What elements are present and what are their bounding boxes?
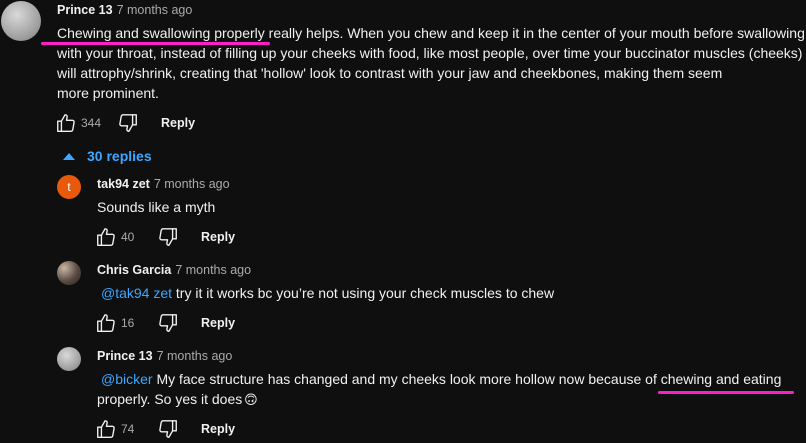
- comment-actions: 344 Reply: [55, 111, 195, 135]
- thumbs-down-icon: [159, 228, 177, 246]
- caret-up-icon: [63, 153, 75, 160]
- mention-link[interactable]: @bicker: [101, 371, 153, 387]
- dislike-button[interactable]: [117, 112, 139, 134]
- reply-button[interactable]: Reply: [201, 230, 235, 244]
- thumbs-up-icon: [57, 114, 75, 132]
- reply-actions: 40 Reply: [95, 225, 235, 249]
- dislike-button[interactable]: [157, 226, 179, 248]
- avatar-letter: t: [67, 180, 71, 194]
- reply-time[interactable]: 7 months ago: [154, 177, 230, 191]
- like-button[interactable]: [95, 418, 117, 440]
- reply-button[interactable]: Reply: [161, 116, 195, 130]
- reply-text-line-2: properly. So yes it does 🙃: [97, 389, 258, 410]
- thumbs-down-icon: [119, 114, 137, 132]
- reply-time[interactable]: 7 months ago: [175, 263, 251, 277]
- author-name[interactable]: Prince 13: [97, 349, 153, 363]
- reply-text: Sounds like a myth: [97, 199, 216, 215]
- reply-button[interactable]: Reply: [201, 316, 235, 330]
- thumbs-down-icon: [159, 314, 177, 332]
- reply-actions: 16 Reply: [95, 311, 235, 335]
- reply-body: try it it works bc you’re not using your…: [172, 285, 555, 301]
- reply-actions: 74 Reply: [95, 417, 235, 441]
- highlight-underline: [658, 391, 794, 394]
- thumbs-up-icon: [97, 420, 115, 438]
- avatar[interactable]: t: [57, 175, 81, 199]
- thumbs-up-icon: [97, 228, 115, 246]
- thumbs-up-icon: [97, 314, 115, 332]
- mention-link[interactable]: @tak94 zet: [101, 285, 172, 301]
- like-count: 344: [81, 116, 102, 130]
- avatar[interactable]: [57, 347, 81, 371]
- like-count: 74: [121, 422, 135, 436]
- like-count: 40: [121, 230, 135, 244]
- reply-author[interactable]: tak94 zet 7 months ago: [97, 177, 230, 191]
- reply-body-continued: properly. So yes it does: [97, 391, 243, 407]
- comment-text-line-3: will attrophy/shrink, creating that 'hol…: [57, 65, 723, 81]
- author-name[interactable]: Chris Garcia: [97, 263, 171, 277]
- author-name[interactable]: Prince 13: [57, 3, 113, 17]
- replies-toggle[interactable]: 30 replies: [63, 148, 152, 164]
- reply-button[interactable]: Reply: [201, 422, 235, 436]
- avatar[interactable]: [1, 1, 41, 41]
- comment-time[interactable]: 7 months ago: [117, 3, 193, 17]
- reply-time[interactable]: 7 months ago: [157, 349, 233, 363]
- thumbs-down-icon: [159, 420, 177, 438]
- comment-text-line-2: with your throat, instead of filling up …: [57, 45, 803, 61]
- replies-count-label: 30 replies: [87, 148, 152, 164]
- like-button[interactable]: [95, 312, 117, 334]
- upside-down-face-emoji: 🙃: [244, 392, 258, 407]
- reply-author[interactable]: Chris Garcia 7 months ago: [97, 263, 251, 277]
- like-button[interactable]: [95, 226, 117, 248]
- like-button[interactable]: [55, 112, 77, 134]
- reply-text: @tak94 zet try it it works bc you’re not…: [97, 283, 554, 303]
- reply-text: @bicker My face structure has changed an…: [97, 369, 781, 389]
- like-count: 16: [121, 316, 135, 330]
- reply-body: My face structure has changed and my che…: [152, 371, 782, 387]
- comment-text-line-1: Chewing and swallowing properly really h…: [57, 25, 805, 41]
- comment-text-line-4: more prominent.: [57, 85, 159, 101]
- author-name[interactable]: tak94 zet: [97, 177, 150, 191]
- dislike-button[interactable]: [157, 418, 179, 440]
- reply-author[interactable]: Prince 13 7 months ago: [97, 349, 232, 363]
- dislike-button[interactable]: [157, 312, 179, 334]
- avatar[interactable]: [57, 261, 81, 285]
- comment-author[interactable]: Prince 13 7 months ago: [57, 3, 192, 17]
